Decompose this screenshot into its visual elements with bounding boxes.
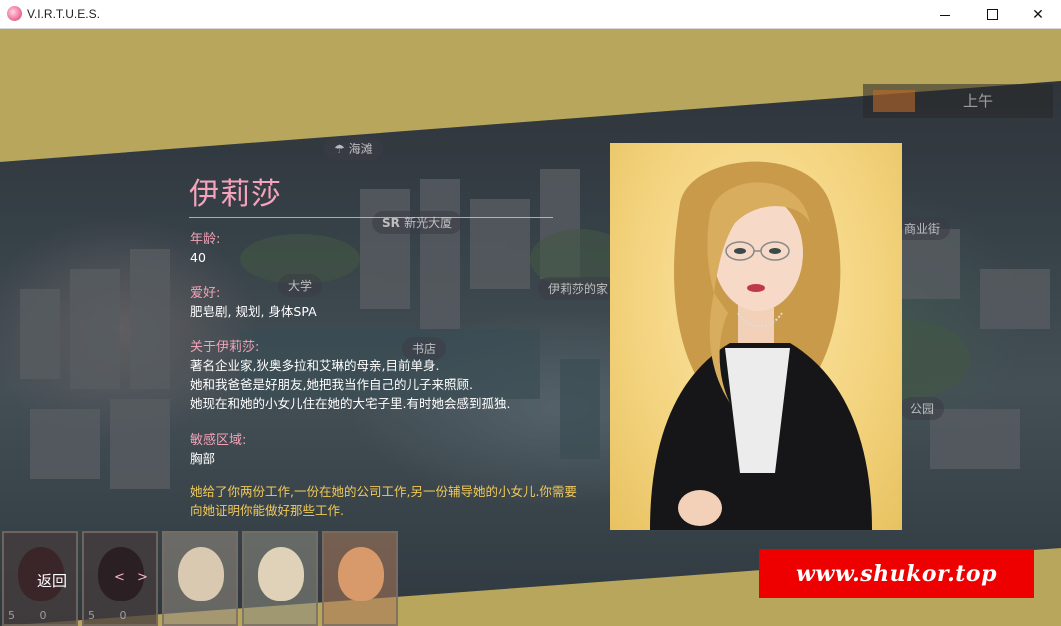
character-story-note: 她给了你两份工作,一份在她的公司工作,另一份辅导她的小女儿.你需要向她证明你能做… [190,484,577,518]
character-avatar [258,547,304,601]
sun-icon [873,90,915,112]
building-logo-icon: SR [382,216,405,230]
character-thumbnail[interactable] [162,531,238,626]
watermark-text: www.shukor.top [795,560,997,587]
umbrella-icon: ☂ [334,142,349,156]
time-of-day-indicator: 上午 [863,84,1053,118]
close-icon: ✕ [1032,6,1044,23]
sensitive-area-label: 敏感区域: [190,433,247,448]
game-viewport: ☂ 海滩 SR 新光大厦 大学 伊莉莎的家 书店 商业街 公园 上午 伊莉莎 年… [0,29,1061,626]
map-location-beach[interactable]: ☂ 海滩 [324,137,383,160]
character-thumbnail[interactable] [322,531,398,626]
app-icon [7,6,22,21]
window-title: V.I.R.T.U.E.S. [27,7,100,21]
back-button[interactable]: 返回 [37,570,67,591]
thumbnail-stats: 5 0 [8,609,47,622]
map-location-university[interactable]: 大学 [278,274,323,297]
map-location-commercial-street[interactable]: 商业街 [894,217,951,240]
hobby-value: 肥皂剧, 规划, 身体SPA [190,304,317,319]
character-portrait [610,143,902,530]
map-location-elisa-house[interactable]: 伊莉莎的家 [538,277,619,300]
window-titlebar: V.I.R.T.U.E.S. ✕ [0,0,1061,29]
character-thumbnail[interactable] [242,531,318,626]
close-button[interactable]: ✕ [1015,0,1061,29]
minimize-icon [940,15,950,16]
about-line-1: 著名企业家,狄奥多拉和艾琳的母亲,目前单身. [190,358,440,373]
about-label: 关于伊莉莎: [190,340,260,355]
hobby-label: 爱好: [190,286,221,301]
age-value: 40 [190,250,206,265]
portrait-illustration [650,161,872,530]
about-line-3: 她现在和她的小女儿住在她的大宅子里.有时她会感到孤独. [190,396,511,411]
map-location-building[interactable]: SR 新光大厦 [372,211,463,234]
maximize-icon [986,9,998,20]
time-of-day-label: 上午 [963,92,994,110]
character-avatar [178,547,224,601]
minimize-button[interactable] [922,0,968,29]
sensitive-area-value: 胸部 [190,451,216,466]
about-line-2: 她和我爸爸是好朋友,她把我当作自己的儿子来照顾. [190,377,473,392]
watermark-banner: www.shukor.top [759,549,1034,598]
character-avatar [338,547,384,601]
character-nav-arrows[interactable]: < > [114,570,152,585]
character-name: 伊莉莎 [189,177,282,212]
age-label: 年龄: [190,232,221,247]
map-location-park[interactable]: 公园 [900,397,945,420]
name-divider [189,217,553,218]
maximize-button[interactable] [969,0,1015,29]
thumbnail-stats: 5 0 [88,609,127,622]
